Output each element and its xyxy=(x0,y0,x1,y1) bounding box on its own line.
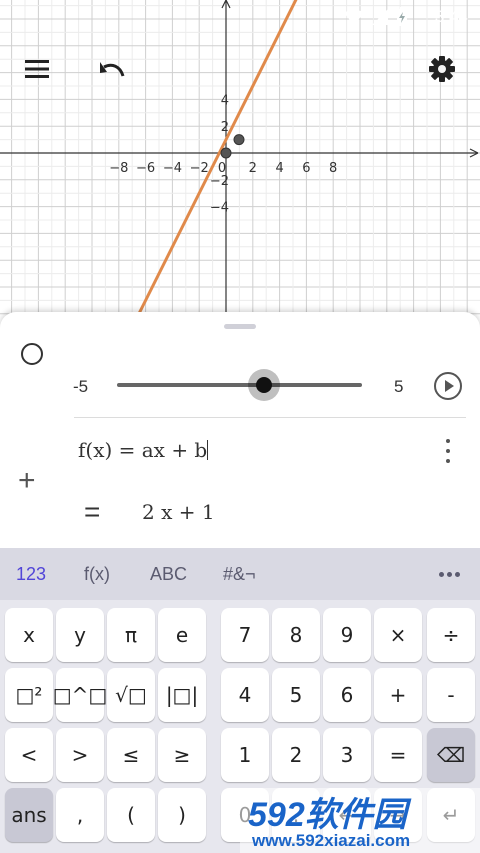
equals-sign: = xyxy=(84,496,101,527)
svg-text:www.592xiazai.com: www.592xiazai.com xyxy=(251,831,410,850)
key-ans[interactable]: ans xyxy=(5,788,53,842)
key-close-paren[interactable]: ) xyxy=(158,788,206,842)
key-less[interactable]: < xyxy=(5,728,53,782)
algebra-panel: -5 5 f(x) = ax + b + = 2 x + 1 xyxy=(0,312,480,548)
battery-charging-icon xyxy=(397,7,407,26)
wifi-icon xyxy=(344,9,364,25)
expression-text: f(x) = ax + b xyxy=(78,438,208,462)
keyboard-tabs: 123 f(x) ABC #&¬ xyxy=(0,548,480,600)
tab-numbers[interactable]: 123 xyxy=(16,564,46,585)
key-greater-equal[interactable]: ≥ xyxy=(158,728,206,782)
add-input-button[interactable]: + xyxy=(18,464,36,498)
key-abs[interactable]: |□| xyxy=(158,668,206,722)
y-tick-label: −4 xyxy=(210,201,229,216)
gear-icon xyxy=(429,56,455,82)
graph-canvas[interactable]: −8 −6 −4 −2 0 2 4 6 842−2−4 xyxy=(0,0,480,330)
key-5[interactable]: 5 xyxy=(272,668,320,722)
x-tick-label: 8 xyxy=(329,161,337,176)
more-options-icon[interactable] xyxy=(440,439,456,463)
key-7[interactable]: 7 xyxy=(221,608,269,662)
key-9[interactable]: 9 xyxy=(323,608,371,662)
key-e[interactable]: e xyxy=(158,608,206,662)
graph-background xyxy=(0,0,480,330)
key-y[interactable]: y xyxy=(56,608,104,662)
backspace-icon[interactable]: ⌫ xyxy=(427,728,475,782)
visibility-toggle[interactable] xyxy=(21,343,43,365)
y-tick-label: −2 xyxy=(210,174,229,189)
key-square[interactable]: □² xyxy=(5,668,53,722)
key-open-paren[interactable]: ( xyxy=(107,788,155,842)
x-tick-label: 6 xyxy=(302,161,310,176)
menu-icon xyxy=(25,60,49,78)
text-caret xyxy=(207,440,209,460)
key-multiply[interactable]: × xyxy=(374,608,422,662)
key-equals[interactable]: = xyxy=(374,728,422,782)
divider xyxy=(74,417,466,418)
key-3[interactable]: 3 xyxy=(323,728,371,782)
signal-icon xyxy=(372,9,388,25)
slider-thumb[interactable] xyxy=(256,377,272,393)
x-tick-label: −4 xyxy=(163,161,182,176)
key-minus[interactable]: - xyxy=(427,668,475,722)
menu-button[interactable] xyxy=(15,47,59,91)
watermark-logo: 592软件园 www.592xiazai.com xyxy=(240,788,480,853)
x-tick-label: −6 xyxy=(136,161,155,176)
result-output: 2 x + 1 xyxy=(142,500,215,524)
keyboard-more-icon[interactable] xyxy=(439,572,460,577)
key-8[interactable]: 8 xyxy=(272,608,320,662)
x-tick-label: 2 xyxy=(249,161,257,176)
key-plus[interactable]: + xyxy=(374,668,422,722)
key-4[interactable]: 4 xyxy=(221,668,269,722)
key-less-equal[interactable]: ≤ xyxy=(107,728,155,782)
tab-symbols[interactable]: #&¬ xyxy=(223,564,256,585)
key-power[interactable]: □^□ xyxy=(53,668,107,722)
slider-track[interactable] xyxy=(117,383,362,387)
drag-handle[interactable] xyxy=(224,324,256,329)
x-tick-label: −2 xyxy=(190,161,209,176)
tab-functions[interactable]: f(x) xyxy=(84,564,110,585)
key-x[interactable]: x xyxy=(5,608,53,662)
settings-button[interactable] xyxy=(420,47,464,91)
x-tick-label: −8 xyxy=(109,161,128,176)
x-tick-label: 4 xyxy=(275,161,283,176)
tab-letters[interactable]: ABC xyxy=(150,564,187,585)
key-2[interactable]: 2 xyxy=(272,728,320,782)
status-bar: 3:44 xyxy=(0,0,480,34)
key-6[interactable]: 6 xyxy=(323,668,371,722)
play-icon[interactable] xyxy=(434,372,462,400)
expression-input[interactable]: f(x) = ax + b xyxy=(78,438,209,462)
y-tick-label: 4 xyxy=(221,93,229,108)
point xyxy=(220,147,232,159)
key-pi[interactable]: π xyxy=(107,608,155,662)
key-1[interactable]: 1 xyxy=(221,728,269,782)
slider-min[interactable]: -5 xyxy=(73,377,88,397)
key-divide[interactable]: ÷ xyxy=(427,608,475,662)
key-comma[interactable]: , xyxy=(56,788,104,842)
key-greater[interactable]: > xyxy=(56,728,104,782)
undo-icon xyxy=(100,62,125,77)
key-sqrt[interactable]: √□ xyxy=(107,668,155,722)
svg-text:592软件园: 592软件园 xyxy=(248,796,412,834)
slider-max[interactable]: 5 xyxy=(394,377,403,397)
status-time: 3:44 xyxy=(434,7,468,26)
point xyxy=(233,134,245,146)
undo-button[interactable] xyxy=(90,47,134,91)
